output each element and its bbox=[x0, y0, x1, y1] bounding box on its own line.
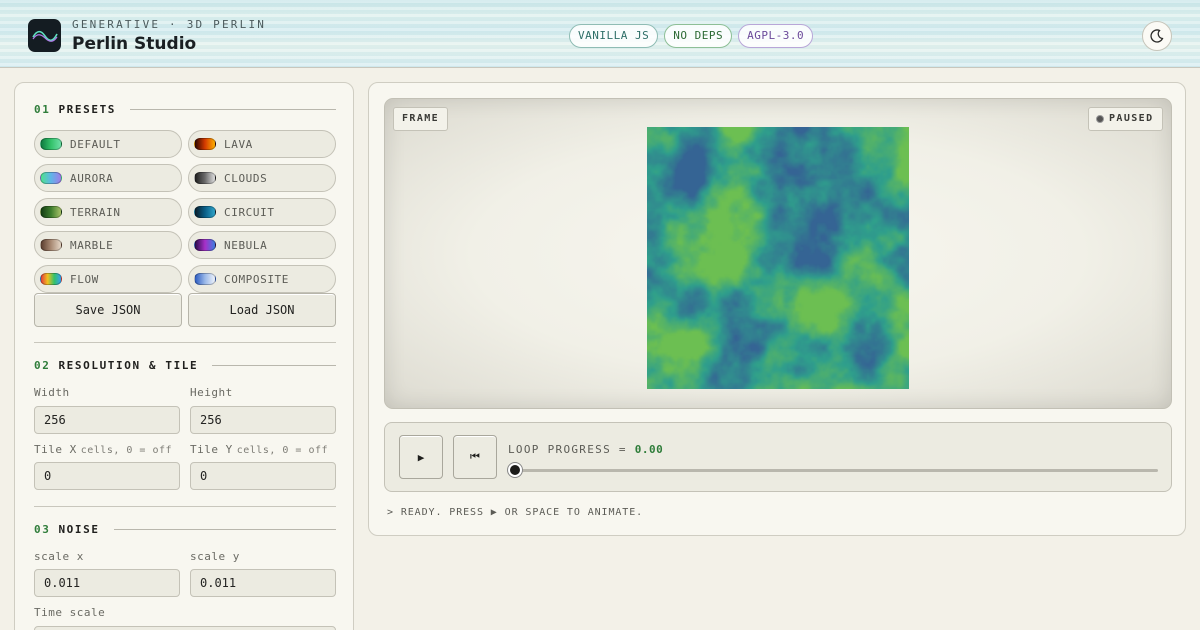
render-viewport: FRAME PAUSED bbox=[384, 98, 1172, 409]
preset-label: TERRAIN bbox=[70, 205, 121, 219]
swatch-icon bbox=[194, 206, 216, 218]
swatch-icon bbox=[40, 172, 62, 184]
section-rule bbox=[113, 529, 336, 530]
badge-no-deps: NO DEPS bbox=[664, 24, 733, 48]
preset-clouds[interactable]: CLOUDS bbox=[188, 164, 336, 192]
section-resolution-header: 02 RESOLUTION & TILE bbox=[34, 359, 336, 372]
tech-badges: VANILLA JS NO DEPS AGPL-3.0 bbox=[569, 24, 814, 48]
preset-circuit[interactable]: CIRCUIT bbox=[188, 198, 336, 226]
section-divider bbox=[34, 506, 336, 507]
section-rule bbox=[212, 365, 336, 366]
width-label: Width bbox=[34, 386, 70, 399]
tile-y-label-text: Tile Y bbox=[190, 443, 233, 456]
section-presets-header: 01 PRESETS bbox=[34, 103, 336, 116]
swatch-icon bbox=[40, 206, 62, 218]
preset-label: CLOUDS bbox=[224, 171, 268, 185]
time-scale-input[interactable] bbox=[34, 626, 336, 630]
section-title: NOISE bbox=[58, 523, 100, 536]
section-rule bbox=[130, 109, 336, 110]
swatch-icon bbox=[40, 138, 62, 150]
section-number: 02 bbox=[34, 359, 51, 372]
height-input[interactable]: 256 bbox=[190, 406, 336, 434]
preset-label: CIRCUIT bbox=[224, 205, 275, 219]
time-scale-label: Time scale bbox=[34, 606, 106, 619]
preset-label: AURORA bbox=[70, 171, 114, 185]
preview-panel: FRAME PAUSED ▶ ⏮ LOOP PROGRESS = 0.00 > … bbox=[368, 82, 1186, 536]
preset-marble[interactable]: MARBLE bbox=[34, 231, 182, 259]
theme-toggle-button[interactable] bbox=[1142, 21, 1172, 51]
brand-kicker: GENERATIVE · 3D PERLIN bbox=[72, 18, 267, 31]
preset-label: DEFAULT bbox=[70, 137, 121, 151]
badge-vanilla-js: VANILLA JS bbox=[569, 24, 659, 48]
swatch-icon bbox=[194, 172, 216, 184]
preset-lava[interactable]: LAVA bbox=[188, 130, 336, 158]
swatch-icon bbox=[194, 239, 216, 251]
playback-state-badge: PAUSED bbox=[1088, 107, 1163, 131]
preset-flow[interactable]: FLOW bbox=[34, 265, 182, 293]
preset-composite[interactable]: COMPOSITE bbox=[188, 265, 336, 293]
section-divider bbox=[34, 342, 336, 343]
loop-progress-text: LOOP PROGRESS = bbox=[508, 443, 635, 456]
swatch-icon bbox=[40, 273, 62, 285]
scale-y-input[interactable]: 0.011 bbox=[190, 569, 336, 597]
tile-y-label: Tile Ycells, 0 = off bbox=[190, 443, 328, 456]
swatch-icon bbox=[194, 138, 216, 150]
loop-progress-handle[interactable] bbox=[508, 463, 522, 477]
swatch-icon bbox=[40, 239, 62, 251]
loop-progress-label: LOOP PROGRESS = 0.00 bbox=[508, 443, 663, 456]
load-json-button[interactable]: Load JSON bbox=[188, 293, 336, 327]
settings-panel: 01 PRESETS DEFAULT LAVA AURORA CLOUDS TE… bbox=[14, 82, 354, 630]
preset-aurora[interactable]: AURORA bbox=[34, 164, 182, 192]
playback-controls: ▶ ⏮ LOOP PROGRESS = 0.00 bbox=[384, 422, 1172, 492]
tile-x-hint: cells, 0 = off bbox=[80, 445, 173, 456]
scale-x-label: scale x bbox=[34, 550, 84, 563]
swatch-icon bbox=[194, 273, 216, 285]
preset-default[interactable]: DEFAULT bbox=[34, 130, 182, 158]
section-noise-header: 03 NOISE bbox=[34, 523, 336, 536]
loop-progress-value: 0.00 bbox=[634, 443, 664, 456]
tile-y-hint: cells, 0 = off bbox=[236, 445, 329, 456]
wave-icon bbox=[31, 30, 58, 42]
section-number: 01 bbox=[34, 103, 51, 116]
preset-label: COMPOSITE bbox=[224, 272, 290, 286]
tile-x-label: Tile Xcells, 0 = off bbox=[34, 443, 172, 456]
tile-x-label-text: Tile X bbox=[34, 443, 77, 456]
frame-tag: FRAME bbox=[393, 107, 449, 131]
scale-x-input[interactable]: 0.011 bbox=[34, 569, 180, 597]
section-number: 03 bbox=[34, 523, 51, 536]
status-dot-icon bbox=[1096, 115, 1104, 123]
preset-terrain[interactable]: TERRAIN bbox=[34, 198, 182, 226]
app-title: Perlin Studio bbox=[72, 34, 197, 54]
app-header: GENERATIVE · 3D PERLIN Perlin Studio VAN… bbox=[0, 0, 1200, 68]
status-line: > READY. PRESS ▶ OR SPACE TO ANIMATE. bbox=[387, 507, 644, 518]
preset-label: NEBULA bbox=[224, 238, 268, 252]
height-label: Height bbox=[190, 386, 233, 399]
section-title: PRESETS bbox=[58, 103, 117, 116]
play-icon: ▶ bbox=[417, 450, 425, 464]
badge-license: AGPL-3.0 bbox=[738, 24, 814, 48]
tile-x-input[interactable]: 0 bbox=[34, 462, 180, 490]
section-title: RESOLUTION & TILE bbox=[58, 359, 199, 372]
play-button[interactable]: ▶ bbox=[399, 435, 443, 479]
moon-icon bbox=[1150, 29, 1164, 43]
preset-label: LAVA bbox=[224, 137, 253, 151]
app-logo bbox=[28, 19, 61, 52]
restart-button[interactable]: ⏮ bbox=[453, 435, 497, 479]
loop-progress-track[interactable] bbox=[513, 469, 1158, 472]
save-json-button[interactable]: Save JSON bbox=[34, 293, 182, 327]
preset-label: FLOW bbox=[70, 272, 99, 286]
scale-y-label: scale y bbox=[190, 550, 240, 563]
width-input[interactable]: 256 bbox=[34, 406, 180, 434]
preset-nebula[interactable]: NEBULA bbox=[188, 231, 336, 259]
skip-to-start-icon: ⏮ bbox=[470, 450, 480, 463]
noise-canvas[interactable] bbox=[647, 127, 909, 389]
preset-label: MARBLE bbox=[70, 238, 114, 252]
tile-y-input[interactable]: 0 bbox=[190, 462, 336, 490]
playback-state-label: PAUSED bbox=[1109, 113, 1154, 124]
